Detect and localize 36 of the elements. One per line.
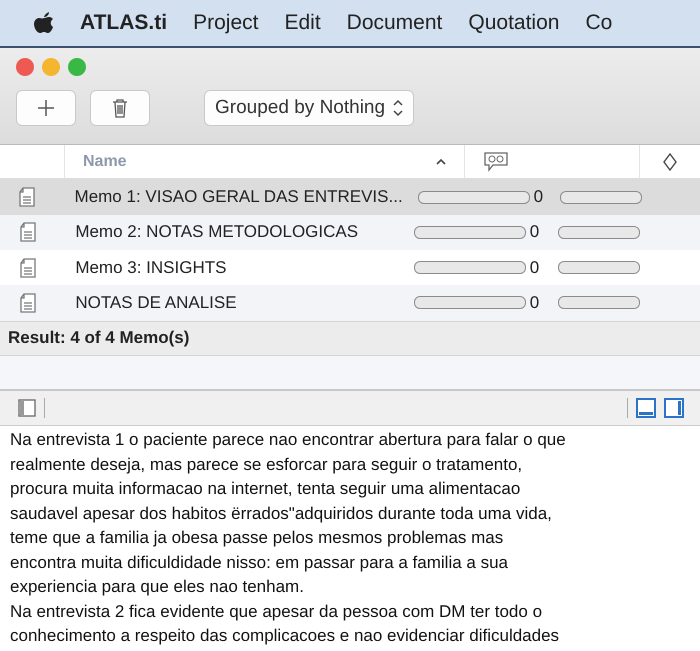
plus-icon [37, 99, 55, 118]
comment-icon[interactable] [483, 150, 509, 173]
memo-icon [18, 222, 37, 242]
count-label: 0 [530, 258, 540, 278]
menu-item[interactable]: Quotation [468, 11, 560, 36]
memo-name: Memo 1: VISAO GERAL DAS ENTREVIS... [74, 187, 403, 208]
memo-row[interactable]: Memo 2: NOTAS METODOLOGICAS 0 [0, 214, 700, 250]
memo-icon [18, 258, 37, 278]
app-menu[interactable]: ATLAS.ti [80, 11, 168, 36]
apple-logo-icon[interactable] [34, 11, 54, 36]
memo-name: NOTAS DE ANALISE [74, 292, 238, 313]
result-count: Result: 4 of 4 Memo(s) [8, 328, 190, 348]
close-button[interactable] [16, 58, 34, 76]
memo-paragraph: Na entrevista 1 o paciente parece nao encontrar abertura para falar o que realmente deseja, mas parece se esforcar para seguir o tratamento, procura muita informacao na internet, tenta seguir uma alimentacao saudavel apesar dos habitos ërrados"adquiridos durante toda uma vida, teme que a familia ja obesa passe pelos mesmos problemas mas encontra muita dificuldidade nisso: em passar para a familia a sua experiencia para que eles nao tenham. [10, 429, 567, 598]
sidebar-toggle-icon[interactable] [18, 399, 36, 418]
memo-paragraph: Na entrevista 2 fica evidente que apesar da pessoa com DM ter todo o conhecimento a respeito das complicacoes e nao evidenciar dificuldades [10, 600, 560, 648]
count-label: 0 [530, 292, 540, 313]
diamond-icon[interactable] [663, 152, 677, 171]
count-label: 0 [534, 187, 544, 208]
memo-icon [18, 187, 36, 208]
right-panel-icon[interactable] [664, 398, 684, 418]
memo-icon [18, 292, 37, 313]
memo-name: Memo 2: NOTAS METODOLOGICAS [74, 222, 360, 242]
trash-icon [112, 98, 128, 118]
menu-item[interactable]: Co [585, 11, 612, 36]
menu-item[interactable]: Project [193, 11, 258, 36]
memo-row[interactable]: NOTAS DE ANALISE 0 [0, 285, 700, 321]
count-label: 0 [530, 222, 540, 242]
memo-name: Memo 3: INSIGHTS [74, 258, 228, 278]
menu-item[interactable]: Edit [284, 11, 321, 36]
group-by-dropdown[interactable]: Grouped by Nothing [204, 90, 414, 126]
up-down-chevron-icon [393, 99, 404, 118]
delete-button[interactable] [90, 90, 150, 126]
menu-item[interactable]: Document [346, 11, 442, 36]
bottom-panel-icon[interactable] [636, 398, 656, 418]
memo-row[interactable]: Memo 1: VISAO GERAL DAS ENTREVIS... 0 [0, 179, 700, 215]
